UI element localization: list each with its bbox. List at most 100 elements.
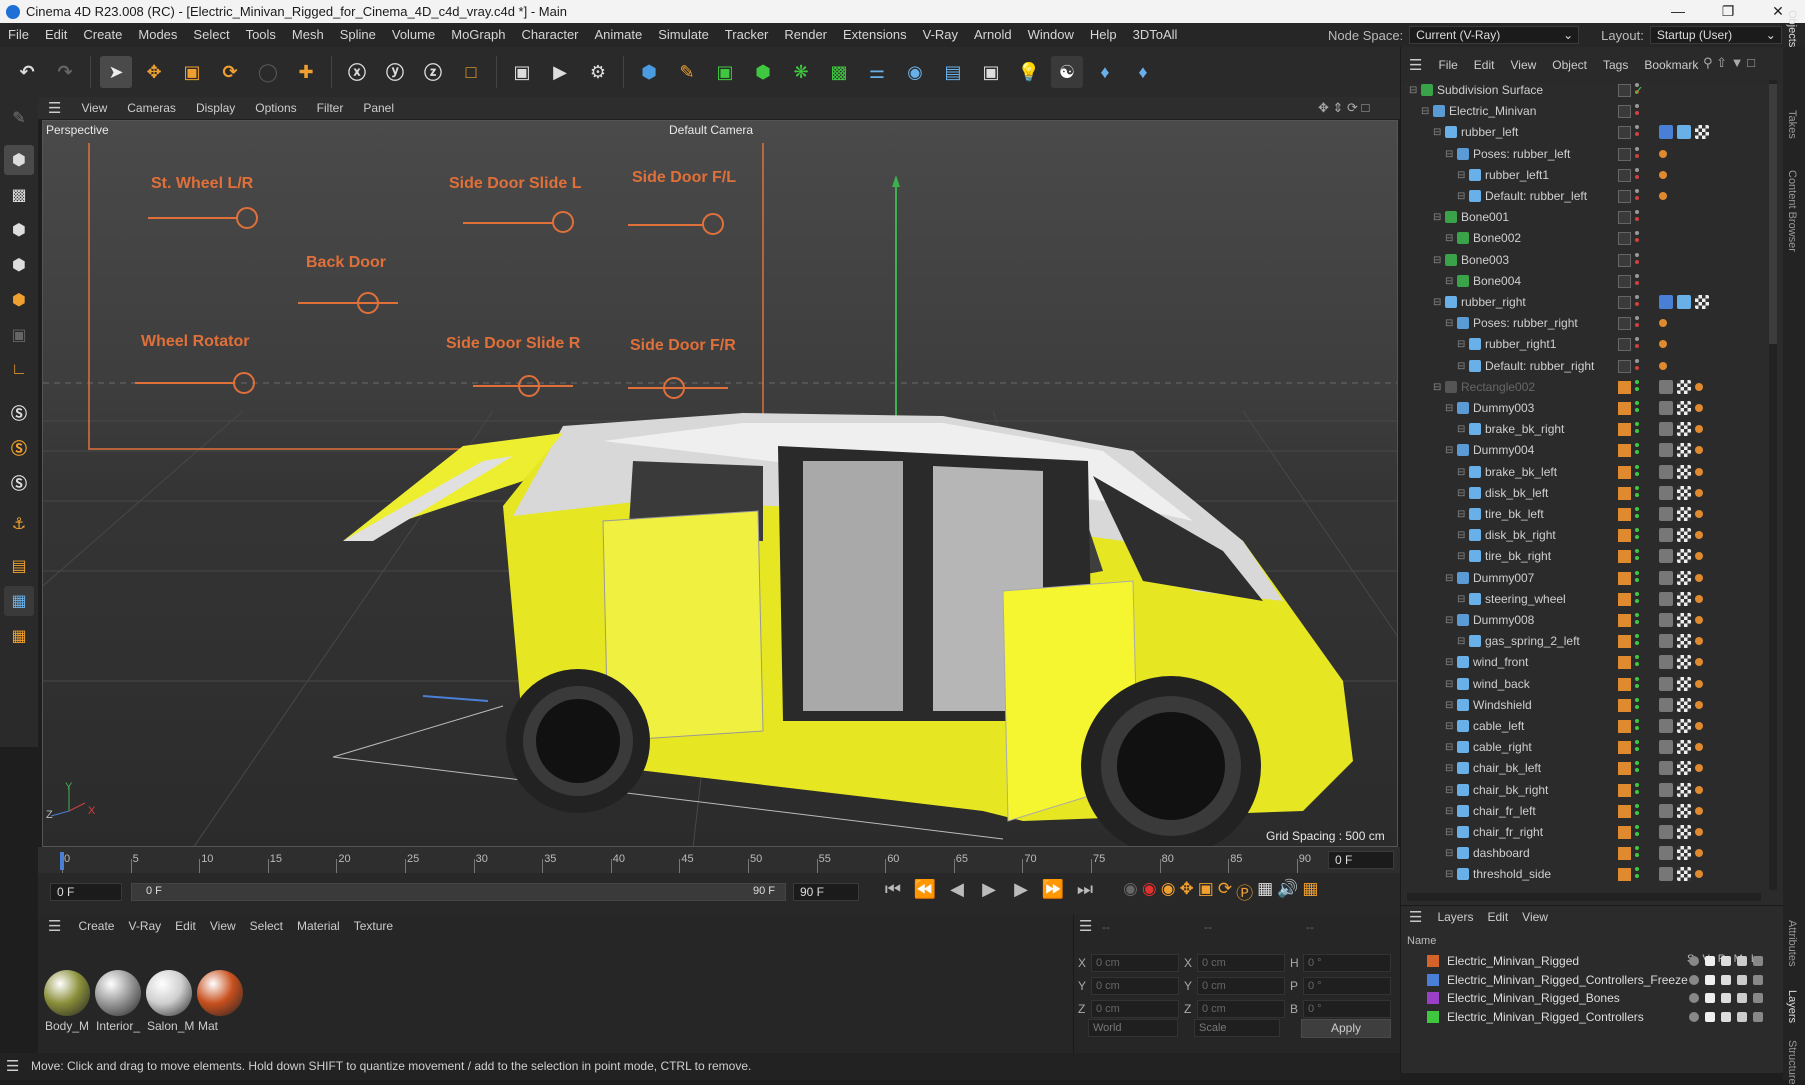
texture-tag-icon[interactable] xyxy=(1659,591,1673,606)
viewport-navigation-icons[interactable]: ✥ ⇕ ⟳ □ xyxy=(1318,100,1369,116)
layer-color-swatch[interactable] xyxy=(1427,1010,1439,1023)
side-door-fl-knob[interactable] xyxy=(702,213,724,235)
key-position-icon[interactable]: ✥ xyxy=(1180,879,1194,904)
object-row[interactable]: ⊟ brake_bk_right xyxy=(1401,419,1767,440)
checker-tag-icon[interactable] xyxy=(1677,825,1691,839)
menu-modes[interactable]: Modes xyxy=(130,23,185,47)
next-frame-icon[interactable]: ▶ xyxy=(1006,879,1036,900)
object-row[interactable]: ⊟ Poses: rubber_right xyxy=(1401,313,1767,334)
object-row[interactable]: ⊟ rubber_left xyxy=(1401,122,1767,143)
visibility-dots-icon[interactable] xyxy=(1635,719,1640,733)
object-row[interactable]: ⊟ Dummy007 xyxy=(1401,568,1767,589)
expand-toggle-icon[interactable]: ⊟ xyxy=(1445,568,1453,589)
material-menu-create[interactable]: Create xyxy=(71,919,121,933)
texture-tag-icon[interactable] xyxy=(1659,570,1673,585)
go-to-end-icon[interactable]: ⏭ xyxy=(1070,879,1100,900)
material-menu-texture[interactable]: Texture xyxy=(347,919,400,933)
layer-color-icon[interactable] xyxy=(1618,423,1631,437)
material-menu-select[interactable]: Select xyxy=(243,919,290,933)
expand-toggle-icon[interactable]: ⊟ xyxy=(1445,780,1453,801)
constraint-tag-icon[interactable] xyxy=(1695,679,1703,688)
checker-tag-icon[interactable] xyxy=(1677,740,1691,755)
checker-tag-icon[interactable] xyxy=(1677,570,1691,585)
planar-workplane-icon[interactable]: ▦ xyxy=(4,621,34,651)
menu-select[interactable]: Select xyxy=(185,23,237,47)
expand-toggle-icon[interactable]: ⊟ xyxy=(1433,377,1441,398)
object-row[interactable]: ⊟ rubber_right1 xyxy=(1401,334,1767,355)
minimize-button[interactable]: — xyxy=(1656,0,1700,23)
side-door-slide-r-knob[interactable] xyxy=(518,375,540,397)
pose-tag-icon[interactable] xyxy=(1659,319,1667,328)
expand-toggle-icon[interactable]: ⊟ xyxy=(1445,758,1453,779)
previous-frame-icon[interactable]: ◀ xyxy=(942,879,972,900)
pose-tag-icon[interactable] xyxy=(1659,149,1667,158)
expand-toggle-icon[interactable]: ⊟ xyxy=(1445,864,1453,885)
manager-icon[interactable] xyxy=(1737,993,1747,1003)
expand-toggle-icon[interactable]: ⊟ xyxy=(1457,504,1465,525)
layer-color-icon[interactable] xyxy=(1618,868,1631,882)
menu-file[interactable]: File xyxy=(0,23,37,47)
move-tool-icon[interactable]: ✥ xyxy=(138,56,170,88)
checker-tag-icon[interactable] xyxy=(1677,655,1691,670)
layer-menu-edit[interactable]: Edit xyxy=(1480,910,1515,924)
checker-tag-icon[interactable] xyxy=(1677,528,1691,543)
object-row[interactable]: ⊟ chair_fr_right xyxy=(1401,822,1767,843)
expand-toggle-icon[interactable]: ⊟ xyxy=(1445,674,1453,695)
object-row[interactable]: ⊟ Rectangle002 xyxy=(1401,377,1767,398)
weight-tag-icon[interactable] xyxy=(1677,295,1691,309)
weight-tag-icon[interactable] xyxy=(1677,125,1691,140)
transform-tool-icon[interactable]: ✚ xyxy=(290,56,322,88)
object-row[interactable]: ⊟ tire_bk_left xyxy=(1401,504,1767,525)
layer-color-icon[interactable] xyxy=(1618,804,1631,818)
autokey-icon[interactable]: ◉ xyxy=(1161,879,1176,904)
layer-color-icon[interactable] xyxy=(1618,486,1631,500)
layer-color-icon[interactable] xyxy=(1618,168,1631,182)
render-icon[interactable] xyxy=(1721,1011,1731,1022)
play-icon[interactable]: ▶ xyxy=(974,879,1004,900)
edges-mode-icon[interactable]: ⬢ xyxy=(4,250,34,280)
visibility-dots-icon[interactable] xyxy=(1635,507,1640,521)
viewport-menu-view[interactable]: View xyxy=(71,101,117,115)
expand-toggle-icon[interactable]: ⊟ xyxy=(1445,610,1453,631)
manager-icon[interactable] xyxy=(1737,956,1747,966)
visibility-dots-icon[interactable] xyxy=(1635,316,1640,330)
side-tab-structure[interactable]: Structure xyxy=(1786,1040,1798,1085)
visibility-dots-icon[interactable] xyxy=(1635,591,1640,606)
visibility-dots-icon[interactable] xyxy=(1635,104,1640,118)
visibility-dots-icon[interactable] xyxy=(1635,464,1640,479)
coords-hamburger-icon[interactable]: ☰ xyxy=(1079,917,1092,935)
constraint-tag-icon[interactable] xyxy=(1695,425,1703,434)
record-off-icon[interactable]: ◉ xyxy=(1123,879,1138,904)
layer-color-icon[interactable] xyxy=(1618,274,1631,288)
checker-tag-icon[interactable] xyxy=(1677,676,1691,691)
side-tab-content-browser[interactable]: Content Browser xyxy=(1786,170,1798,252)
subdivision-icon[interactable]: ▣ xyxy=(709,56,741,88)
checker-tag-icon[interactable] xyxy=(1677,422,1691,437)
texture-tag-icon[interactable] xyxy=(1659,761,1673,776)
y-axis-lock-icon[interactable]: ⓨ xyxy=(379,56,411,88)
expand-toggle-icon[interactable]: ⊟ xyxy=(1433,207,1441,228)
material-menu-view[interactable]: View xyxy=(203,919,243,933)
lock-workplane-icon[interactable]: ⚓ xyxy=(4,509,34,539)
layer-color-icon[interactable] xyxy=(1618,677,1631,691)
object-row[interactable]: ⊟ Subdivision Surface ✓ xyxy=(1401,80,1767,101)
visibility-dots-icon[interactable] xyxy=(1635,803,1640,818)
checker-tag-icon[interactable] xyxy=(1677,401,1691,415)
manager-icon[interactable] xyxy=(1737,974,1747,985)
layer-menu-view[interactable]: View xyxy=(1515,910,1555,924)
expand-toggle-icon[interactable]: ⊟ xyxy=(1457,631,1465,652)
object-row[interactable]: ⊟ Bone002 xyxy=(1401,228,1767,249)
texture-tag-icon[interactable] xyxy=(1659,401,1673,415)
expand-toggle-icon[interactable]: ⊟ xyxy=(1457,186,1465,207)
expand-toggle-icon[interactable]: ⊟ xyxy=(1457,462,1465,483)
material-swatch[interactable] xyxy=(44,970,90,1016)
back-door-knob[interactable] xyxy=(357,292,379,314)
layer-color-swatch[interactable] xyxy=(1427,955,1439,967)
layer-color-icon[interactable] xyxy=(1618,720,1631,733)
menu-character[interactable]: Character xyxy=(513,23,586,47)
constraint-tag-icon[interactable] xyxy=(1695,637,1703,646)
texture-tag-icon[interactable] xyxy=(1659,782,1673,797)
menu-mesh[interactable]: Mesh xyxy=(284,23,332,47)
material-swatch[interactable] xyxy=(146,970,192,1016)
sound-icon[interactable]: 🔊 xyxy=(1277,879,1298,904)
